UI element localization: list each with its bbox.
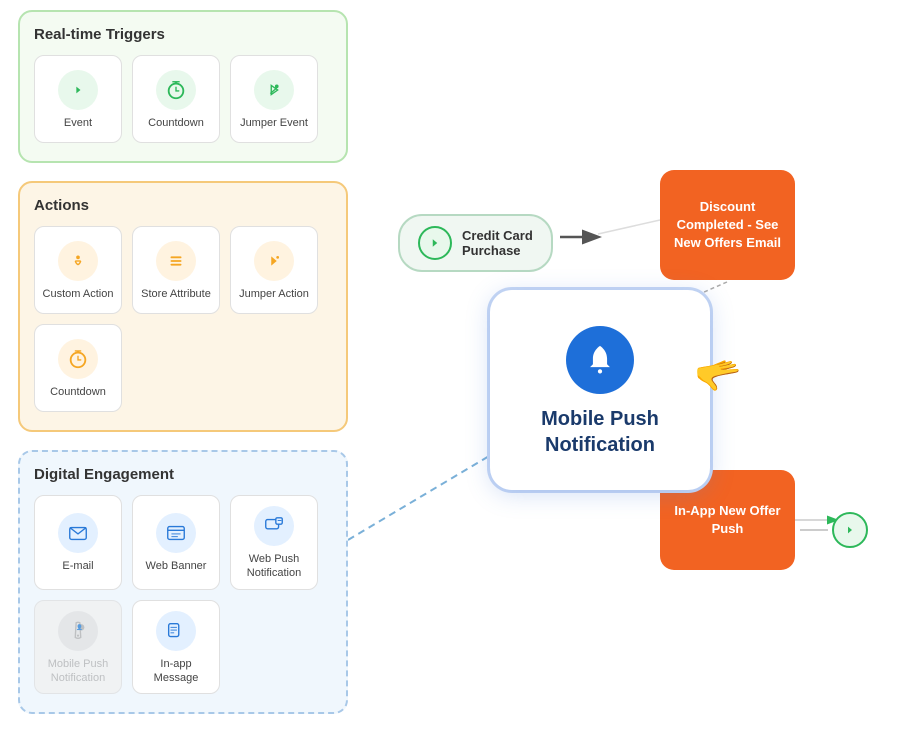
custom-action-label: Custom Action bbox=[43, 287, 114, 301]
actions-items-row2: Countdown bbox=[34, 324, 332, 412]
digital-web-push[interactable]: Web Push Notification bbox=[230, 495, 318, 590]
jumper-action-icon bbox=[254, 241, 294, 281]
mobile-push-bell-icon bbox=[566, 326, 634, 394]
web-push-label: Web Push Notification bbox=[237, 552, 311, 581]
inapp-text: In-App New Offer Push bbox=[672, 502, 783, 538]
credit-card-icon bbox=[418, 226, 452, 260]
realtime-triggers-items: Event Countdown Jumper Event bbox=[34, 55, 332, 143]
digital-engagement-section: Digital Engagement E-mail Web Banner Web… bbox=[18, 450, 348, 714]
countdown-icon-trigger bbox=[156, 70, 196, 110]
trigger-jumper-event[interactable]: Jumper Event bbox=[230, 55, 318, 143]
jumper-action-label: Jumper Action bbox=[239, 287, 309, 301]
inapp-connector-line bbox=[800, 529, 828, 531]
jumper-event-label: Jumper Event bbox=[240, 116, 308, 130]
discount-text: Discount Completed - See New Offers Emai… bbox=[672, 198, 783, 253]
discount-box: Discount Completed - See New Offers Emai… bbox=[660, 170, 795, 280]
inapp-message-label: In-app Message bbox=[139, 657, 213, 686]
realtime-triggers-title: Real-time Triggers bbox=[34, 26, 332, 43]
event-icon bbox=[58, 70, 98, 110]
action-store-attribute[interactable]: Store Attribute bbox=[132, 226, 220, 314]
credit-card-node[interactable]: Credit Card Purchase bbox=[398, 214, 553, 272]
credit-card-label2: Purchase bbox=[462, 243, 533, 258]
web-banner-icon bbox=[156, 513, 196, 553]
email-label: E-mail bbox=[62, 559, 93, 573]
realtime-triggers-section: Real-time Triggers Event Countdown Jumpe… bbox=[18, 10, 348, 163]
jumper-event-icon bbox=[254, 70, 294, 110]
event-label: Event bbox=[64, 116, 92, 130]
digital-email[interactable]: E-mail bbox=[34, 495, 122, 590]
actions-items-row1: Custom Action Store Attribute Jumper Act… bbox=[34, 226, 332, 314]
left-panel: Real-time Triggers Event Countdown Jumpe… bbox=[18, 10, 348, 732]
digital-inapp-message[interactable]: In-app Message bbox=[132, 600, 220, 695]
credit-card-label1: Credit Card bbox=[462, 228, 533, 243]
credit-card-text: Credit Card Purchase bbox=[462, 228, 533, 258]
action-countdown[interactable]: Countdown bbox=[34, 324, 122, 412]
store-attribute-icon bbox=[156, 241, 196, 281]
mobile-push-label-small: Mobile Push Notification bbox=[41, 657, 115, 686]
action-jumper[interactable]: Jumper Action bbox=[230, 226, 318, 314]
custom-action-icon bbox=[58, 241, 98, 281]
inapp-arrow-area bbox=[800, 512, 868, 548]
digital-items-row1: E-mail Web Banner Web Push Notification bbox=[34, 495, 332, 590]
web-push-icon bbox=[254, 506, 294, 546]
web-banner-label: Web Banner bbox=[146, 559, 207, 573]
digital-mobile-push[interactable]: 👤 Mobile Push Notification bbox=[34, 600, 122, 695]
mobile-push-icon-small: 👤 bbox=[58, 611, 98, 651]
actions-section: Actions Custom Action Store Attribute Ju… bbox=[18, 181, 348, 432]
trigger-countdown[interactable]: Countdown bbox=[132, 55, 220, 143]
mobile-push-card[interactable]: Mobile Push Notification bbox=[490, 290, 710, 490]
store-attribute-label: Store Attribute bbox=[141, 287, 211, 301]
trigger-event[interactable]: Event bbox=[34, 55, 122, 143]
inapp-arrow-circle bbox=[832, 512, 868, 548]
svg-text:👤: 👤 bbox=[76, 624, 83, 631]
countdown-action-icon bbox=[58, 339, 98, 379]
inapp-message-icon bbox=[156, 611, 196, 651]
inapp-arrow-connector bbox=[800, 512, 868, 548]
hand-cursor-icon: 🫳 bbox=[692, 351, 746, 403]
actions-title: Actions bbox=[34, 197, 332, 214]
action-custom[interactable]: Custom Action bbox=[34, 226, 122, 314]
digital-web-banner[interactable]: Web Banner bbox=[132, 495, 220, 590]
countdown-action-label: Countdown bbox=[50, 385, 106, 399]
email-icon bbox=[58, 513, 98, 553]
countdown-label-trigger: Countdown bbox=[148, 116, 204, 130]
digital-engagement-title: Digital Engagement bbox=[34, 466, 332, 483]
digital-items-row2: 👤 Mobile Push Notification In-app Messag… bbox=[34, 600, 332, 695]
mobile-push-title: Mobile Push Notification bbox=[506, 406, 694, 458]
